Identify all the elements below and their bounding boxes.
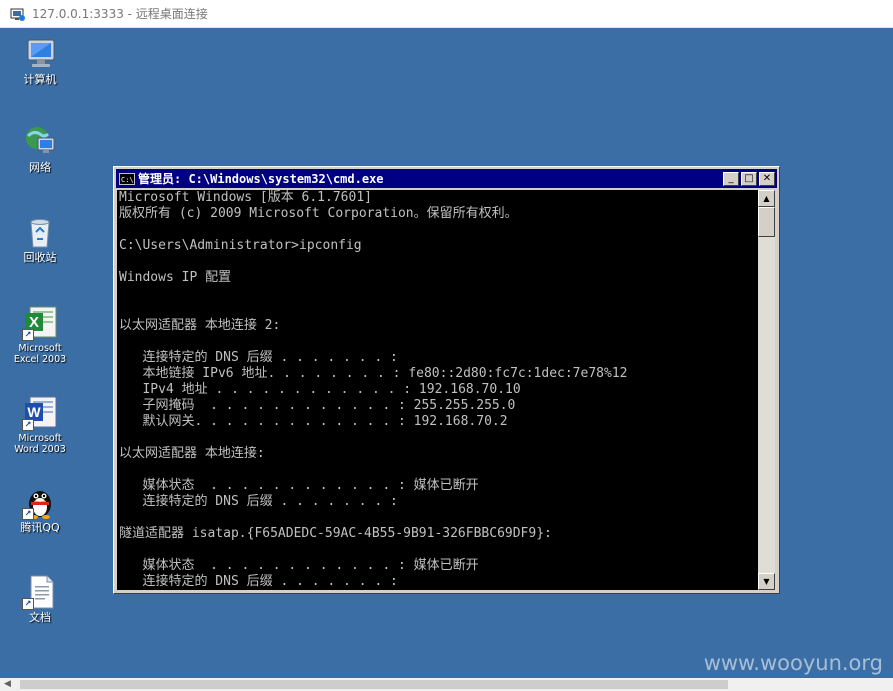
console-line: 本地链接 IPv6 地址. . . . . . . . : fe80::2d80…: [119, 366, 628, 381]
desktop-icon-qq[interactable]: ↗ 腾讯QQ: [1, 484, 79, 534]
shortcut-arrow-icon: ↗: [22, 419, 34, 431]
console-line: 连接特定的 DNS 后缀 . . . . . . . :: [119, 350, 398, 365]
svg-text:W: W: [27, 404, 41, 420]
scroll-down-button[interactable]: ▼: [758, 573, 775, 590]
desktop-icon-computer[interactable]: 计算机: [1, 36, 79, 86]
scroll-up-button[interactable]: ▲: [758, 190, 775, 207]
cmd-app-icon: C:\: [119, 172, 135, 185]
console-line: 隧道适配器 isatap.{F65ADEDC-59AC-4B55-9B91-32…: [119, 526, 552, 541]
desktop-icon-label: 网络: [29, 161, 51, 174]
console-line: 媒体状态 . . . . . . . . . . . . : 媒体已断开: [119, 478, 479, 493]
recycle-bin-icon: [22, 214, 58, 250]
horizontal-scrollbar-thumb[interactable]: [20, 680, 728, 689]
console-line: 默认网关. . . . . . . . . . . . . : 192.168.…: [119, 414, 508, 429]
rdp-titlebar[interactable]: 127.0.0.1:3333 - 远程桌面连接: [0, 0, 893, 28]
desktop-icon-label: Microsoft Excel 2003: [13, 343, 67, 365]
console-line: 以太网适配器 本地连接:: [119, 446, 265, 461]
qq-penguin-icon: ↗: [22, 484, 58, 520]
desktop-icon-network[interactable]: 网络: [1, 124, 79, 174]
scroll-left-icon[interactable]: ◀: [4, 679, 11, 689]
desktop-icon-label: Microsoft Word 2003: [14, 433, 66, 455]
console-line: 以太网适配器 本地连接 2:: [119, 318, 281, 333]
watermark: www.wooyun.org: [703, 651, 883, 675]
word-icon: W ↗: [22, 395, 58, 431]
minimize-button[interactable]: _: [723, 171, 739, 186]
cmd-window[interactable]: C:\ 管理员: C:\Windows\system32\cmd.exe _ □…: [113, 166, 780, 594]
shortcut-arrow-icon: ↗: [22, 598, 34, 610]
cmd-titlebar[interactable]: C:\ 管理员: C:\Windows\system32\cmd.exe _ □…: [116, 169, 777, 188]
network-icon: [22, 124, 58, 160]
console-line: 子网掩码 . . . . . . . . . . . . : 255.255.2…: [119, 398, 516, 413]
console-line: 媒体状态 . . . . . . . . . . . . : 媒体已断开: [119, 558, 479, 573]
desktop: 计算机 网络 回收站 X ↗ Microsoft Excel 2003 W ↗ …: [0, 28, 893, 678]
excel-icon: X ↗: [22, 305, 58, 341]
console-output[interactable]: Microsoft Windows [版本 6.1.7601] 版权所有 (c) …: [117, 190, 758, 590]
desktop-icon-document[interactable]: ↗ 文档: [1, 574, 79, 624]
vertical-scrollbar[interactable]: ▲ ▼: [758, 190, 775, 590]
desktop-icon-word[interactable]: W ↗ Microsoft Word 2003: [1, 395, 79, 455]
shortcut-arrow-icon: ↗: [22, 508, 34, 520]
console-line: C:\Users\Administrator>ipconfig: [119, 238, 362, 253]
rdp-window-title: 127.0.0.1:3333 - 远程桌面连接: [32, 7, 208, 21]
console-line: 连接特定的 DNS 后缀 . . . . . . . :: [119, 494, 398, 509]
console-line: 连接特定的 DNS 后缀 . . . . . . . :: [119, 574, 398, 589]
console-line: Microsoft Windows [版本 6.1.7601]: [119, 190, 372, 205]
console-line: Windows IP 配置: [119, 270, 232, 285]
maximize-button[interactable]: □: [741, 171, 757, 186]
desktop-icon-recycle-bin[interactable]: 回收站: [1, 214, 79, 264]
desktop-icon-excel[interactable]: X ↗ Microsoft Excel 2003: [1, 305, 79, 365]
desktop-icon-label: 计算机: [23, 73, 57, 86]
console-line: IPv4 地址 . . . . . . . . . . . . : 192.16…: [119, 382, 521, 397]
console-line: 版权所有 (c) 2009 Microsoft Corporation。保留所有…: [119, 206, 518, 221]
remote-desktop-icon: [10, 7, 26, 21]
desktop-icon-label: 腾讯QQ: [20, 521, 60, 534]
cmd-window-title: 管理员: C:\Windows\system32\cmd.exe: [138, 172, 384, 186]
desktop-icon-label: 回收站: [23, 251, 57, 264]
rdp-horizontal-scrollbar[interactable]: ◀: [0, 678, 893, 691]
close-button[interactable]: ✕: [759, 171, 775, 186]
scrollbar-thumb[interactable]: [758, 207, 775, 237]
computer-icon: [22, 36, 58, 72]
document-icon: ↗: [22, 574, 58, 610]
shortcut-arrow-icon: ↗: [22, 329, 34, 341]
desktop-icon-label: 文档: [29, 611, 51, 624]
